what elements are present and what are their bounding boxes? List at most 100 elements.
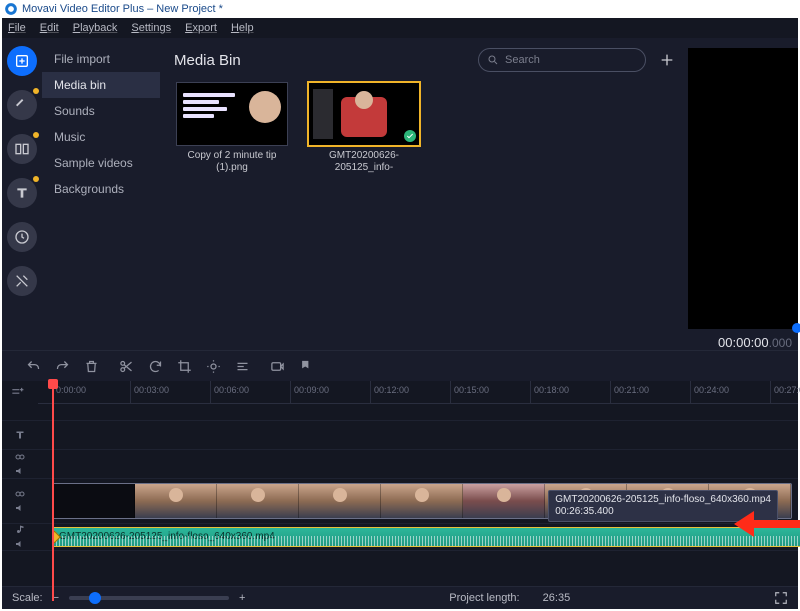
project-length-label: Project length: xyxy=(449,592,519,604)
ruler-tick: 00:06:00 xyxy=(210,381,249,403)
clock-icon xyxy=(14,229,30,245)
overlay-track-head[interactable] xyxy=(2,450,38,479)
clip-properties-button[interactable] xyxy=(235,359,250,374)
add-track-button[interactable] xyxy=(2,383,32,401)
marker-button[interactable] xyxy=(299,359,314,374)
more-tools-tab-button[interactable] xyxy=(7,266,37,296)
sound-icon xyxy=(14,502,26,514)
used-check-icon xyxy=(404,130,416,142)
ruler-tick: 00:18:00 xyxy=(530,381,569,403)
delete-button[interactable] xyxy=(84,359,99,374)
sidebar-item-backgrounds[interactable]: Backgrounds xyxy=(42,176,160,202)
crop-button[interactable] xyxy=(177,359,192,374)
wand-icon xyxy=(14,97,30,113)
video-track-head[interactable] xyxy=(2,479,38,524)
link-icon xyxy=(14,488,26,500)
split-button[interactable] xyxy=(119,359,134,374)
search-input[interactable]: Search xyxy=(478,48,646,72)
filters-tab-button[interactable] xyxy=(7,90,37,120)
sound-icon xyxy=(14,538,26,550)
redo-button[interactable] xyxy=(55,359,70,374)
timeline-toolbar xyxy=(2,350,798,381)
project-length-value: 26:35 xyxy=(543,592,571,604)
add-track-icon xyxy=(10,385,24,399)
undo-button[interactable] xyxy=(26,359,41,374)
preview-canvas[interactable] xyxy=(688,48,798,329)
menu-help[interactable]: Help xyxy=(231,22,254,34)
transitions-icon xyxy=(14,141,30,157)
menu-playback[interactable]: Playback xyxy=(73,22,118,34)
record-button[interactable] xyxy=(270,359,285,374)
track-spacer xyxy=(38,404,798,421)
menu-export[interactable]: Export xyxy=(185,22,217,34)
media-caption: GMT20200626-205125_info- xyxy=(309,150,419,176)
ruler-tick: 00:24:00 xyxy=(690,381,729,403)
ruler-tick: 00:21:00 xyxy=(610,381,649,403)
ruler-tick: 00:09:00 xyxy=(290,381,329,403)
status-bar: Scale: − + Project length: 26:35 xyxy=(2,586,798,609)
menu-settings[interactable]: Settings xyxy=(131,22,171,34)
ruler-tick: 00:27:00 xyxy=(770,381,800,403)
overlay-track[interactable] xyxy=(38,450,798,479)
scale-slider-knob[interactable] xyxy=(89,592,101,604)
media-item[interactable]: Copy of 2 minute tip (1).png xyxy=(174,82,290,176)
time-effects-tab-button[interactable] xyxy=(7,222,37,252)
ruler-tick: 00:12:00 xyxy=(370,381,409,403)
titles-tab-button[interactable] xyxy=(7,178,37,208)
sidebar-item-sounds[interactable]: Sounds xyxy=(42,98,160,124)
audio-track[interactable]: GMT20200626-205125_info-floso_640x360.mp… xyxy=(38,524,798,551)
text-icon xyxy=(14,185,30,201)
window-title: Movavi Video Editor Plus – New Project * xyxy=(22,0,223,18)
color-adjust-button[interactable] xyxy=(206,359,221,374)
notification-dot-icon xyxy=(33,132,39,138)
window-titlebar: Movavi Video Editor Plus – New Project * xyxy=(0,0,800,18)
plus-icon xyxy=(659,52,675,68)
tool-icon-strip xyxy=(2,38,42,350)
link-icon xyxy=(14,451,26,463)
notification-dot-icon xyxy=(33,176,39,182)
music-note-icon xyxy=(14,524,26,536)
titles-track-head[interactable] xyxy=(2,421,38,450)
import-sidebar: File import Media bin Sounds Music Sampl… xyxy=(42,38,160,350)
fit-button[interactable] xyxy=(774,591,788,605)
menu-file[interactable]: File xyxy=(8,22,26,34)
menubar: File Edit Playback Settings Export Help xyxy=(2,18,798,38)
sidebar-item-sample-videos[interactable]: Sample videos xyxy=(42,150,160,176)
import-tab-button[interactable] xyxy=(7,46,37,76)
waveform-icon xyxy=(53,536,800,546)
sidebar-item-music[interactable]: Music xyxy=(42,124,160,150)
rotate-button[interactable] xyxy=(148,359,163,374)
audio-clip[interactable]: GMT20200626-205125_info-floso_640x360.mp… xyxy=(52,527,800,547)
tools-icon xyxy=(14,273,30,289)
timeline: 0:00:00 00:03:00 00:06:00 00:09:00 00:12… xyxy=(2,381,798,586)
search-icon xyxy=(487,54,499,66)
ruler-tick: 00:15:00 xyxy=(450,381,489,403)
add-media-button[interactable] xyxy=(656,49,678,71)
timeline-ruler[interactable]: 0:00:00 00:03:00 00:06:00 00:09:00 00:12… xyxy=(38,381,798,404)
media-item[interactable]: GMT20200626-205125_info- xyxy=(306,82,422,176)
media-caption: Copy of 2 minute tip (1).png xyxy=(177,150,287,176)
media-thumbnail xyxy=(176,82,288,146)
text-icon xyxy=(14,429,26,441)
preview-panel: 00:00:00.000 xyxy=(688,38,798,350)
media-bin-panel: Media Bin Search Copy of 2 minute tip (1… xyxy=(160,38,688,350)
preview-resize-handle[interactable] xyxy=(792,323,800,333)
titles-track[interactable] xyxy=(38,421,798,450)
scale-label: Scale: xyxy=(12,592,43,604)
sound-icon xyxy=(14,465,26,477)
notification-dot-icon xyxy=(33,88,39,94)
media-thumbnail xyxy=(308,82,420,146)
media-bin-title: Media Bin xyxy=(174,52,468,69)
sidebar-item-media-bin[interactable]: Media bin xyxy=(42,72,160,98)
ruler-tick: 00:03:00 xyxy=(130,381,169,403)
annotation-arrow-icon xyxy=(752,520,800,528)
scale-plus-button[interactable]: + xyxy=(239,592,245,604)
transitions-tab-button[interactable] xyxy=(7,134,37,164)
audio-track-head[interactable] xyxy=(2,524,38,551)
search-placeholder: Search xyxy=(505,54,540,66)
app-logo-icon xyxy=(4,2,18,16)
menu-edit[interactable]: Edit xyxy=(40,22,59,34)
sidebar-item-file-import[interactable]: File import xyxy=(42,46,160,72)
scale-slider[interactable] xyxy=(69,596,229,600)
playhead[interactable] xyxy=(52,381,54,601)
